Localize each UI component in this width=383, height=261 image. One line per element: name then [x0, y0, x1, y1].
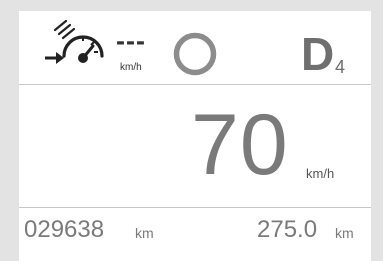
odometer-value: 029638: [24, 216, 105, 243]
display-panel: --- km/h D 4 70 km/h 029638 km 275.0 km: [19, 11, 371, 261]
top-divider: [19, 84, 371, 85]
bottom-divider: [19, 207, 371, 208]
set-speed-value: ---: [116, 26, 146, 56]
gear-letter: D: [301, 28, 335, 80]
cruise-control-gauge-icon: [45, 20, 104, 64]
set-speed-unit: km/h: [120, 62, 142, 73]
trip-value: 275.0: [257, 216, 318, 243]
speed-value: 70: [191, 97, 289, 193]
speed-unit: km/h: [306, 166, 335, 181]
odometer-unit: km: [135, 225, 154, 241]
trip-unit: km: [335, 225, 354, 241]
gear-number: 4: [335, 57, 346, 77]
status-ring-icon: [173, 32, 217, 76]
